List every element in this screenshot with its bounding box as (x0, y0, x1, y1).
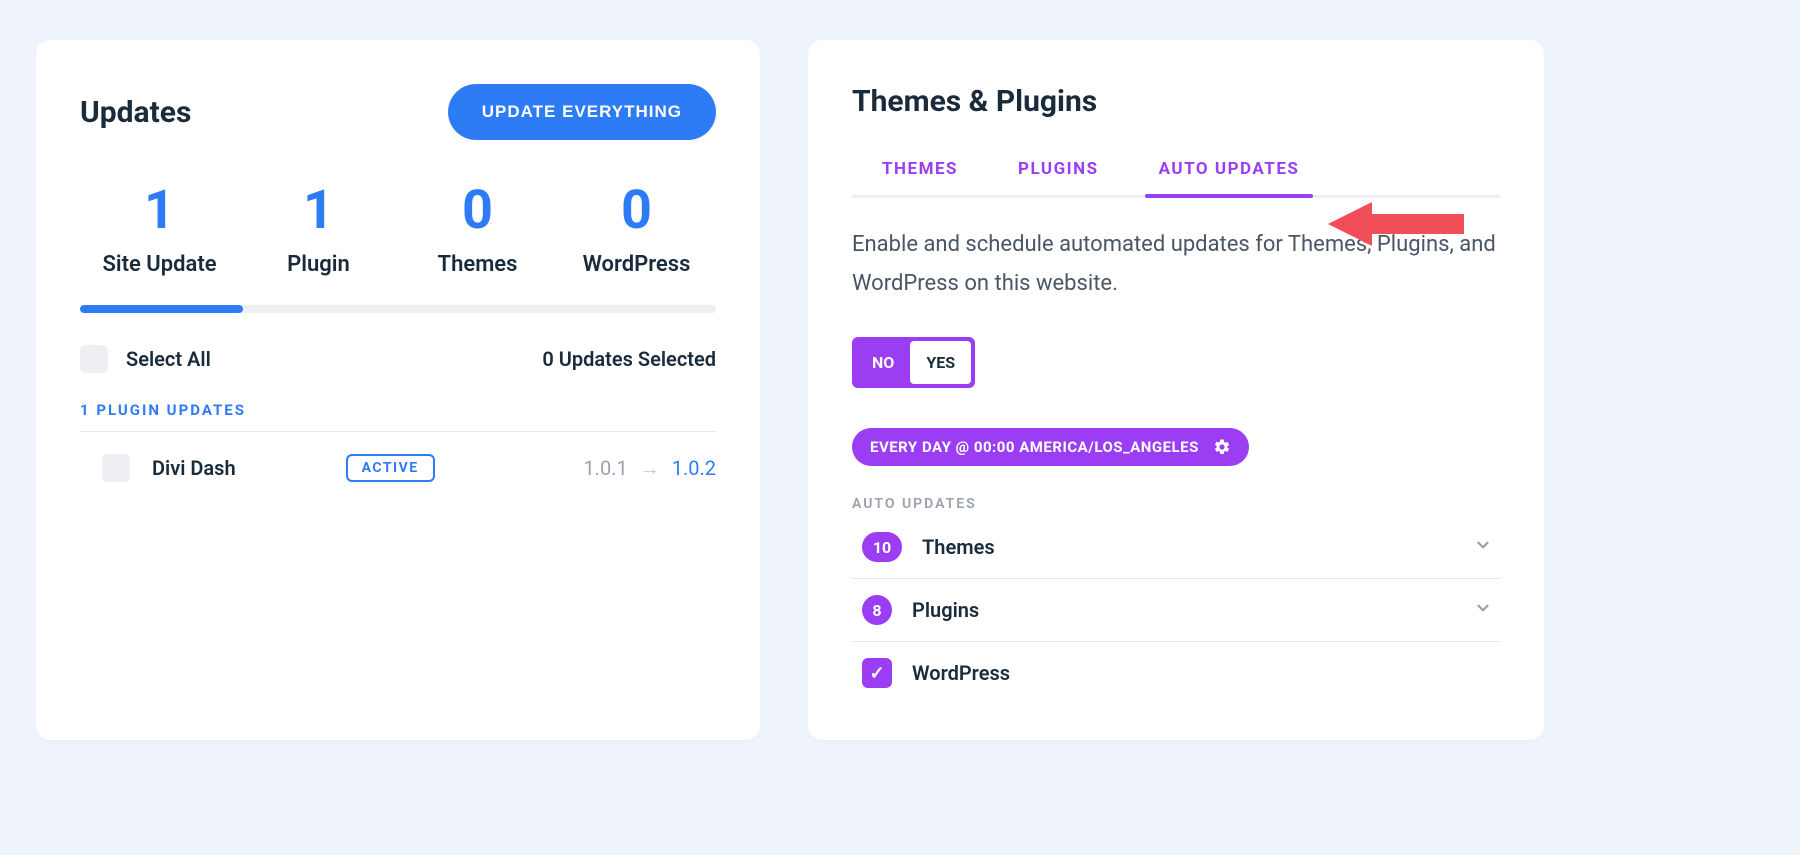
plugin-version-new: 1.0.2 (672, 456, 716, 480)
stat-wordpress-count: 0 (557, 184, 716, 238)
auto-updates-plugins-label: Plugins (912, 598, 979, 622)
auto-updates-row-plugins[interactable]: 8 Plugins (852, 579, 1500, 642)
plugin-status-badge: ACTIVE (346, 454, 435, 482)
auto-updates-description: Enable and schedule automated updates fo… (852, 226, 1500, 303)
themes-plugins-tabs: THEMES PLUGINS AUTO UPDATES (852, 159, 1500, 198)
plugin-name: Divi Dash (152, 456, 236, 480)
updates-tab-underline (80, 305, 716, 313)
themes-plugins-title: Themes & Plugins (852, 84, 1500, 119)
wordpress-checkbox[interactable] (862, 658, 892, 688)
select-all-row: Select All 0 Updates Selected (80, 345, 716, 373)
plugin-version-old: 1.0.1 (583, 456, 627, 480)
auto-updates-section-label: AUTO UPDATES (852, 496, 1500, 512)
stat-themes-label: Themes (398, 252, 557, 277)
auto-updates-row-themes[interactable]: 10 Themes (852, 516, 1500, 579)
plugin-versions: 1.0.1 → 1.0.2 (583, 456, 716, 481)
stat-plugin-label: Plugin (239, 252, 398, 277)
plugin-updates-heading: 1 PLUGIN UPDATES (80, 401, 716, 419)
updates-stats-row: 1 Site Update 1 Plugin 0 Themes 0 WordPr… (80, 184, 716, 277)
stat-wordpress-label: WordPress (557, 252, 716, 277)
stat-plugin-count: 1 (239, 184, 398, 238)
gear-icon (1213, 438, 1231, 456)
schedule-pill[interactable]: EVERY DAY @ 00:00 AMERICA/LOS_ANGELES (852, 428, 1249, 466)
auto-updates-row-wordpress[interactable]: WordPress (852, 642, 1500, 704)
updates-header: Updates UPDATE EVERYTHING (80, 84, 716, 140)
stat-site-update-count: 1 (80, 184, 239, 238)
chevron-down-icon[interactable] (1474, 599, 1492, 621)
arrow-right-icon: → (640, 456, 660, 481)
plugins-count-badge: 8 (862, 595, 892, 625)
tab-site-update[interactable]: 1 Site Update (80, 184, 239, 277)
updates-tab-underline-active (80, 305, 243, 313)
auto-updates-themes-label: Themes (922, 535, 995, 559)
plugin-update-row: Divi Dash ACTIVE 1.0.1 → 1.0.2 (80, 431, 716, 490)
auto-updates-wordpress-label: WordPress (912, 661, 1010, 685)
themes-count-badge: 10 (862, 532, 902, 562)
schedule-pill-label: EVERY DAY @ 00:00 AMERICA/LOS_ANGELES (870, 438, 1199, 456)
toggle-option-no[interactable]: NO (856, 341, 910, 384)
chevron-down-icon[interactable] (1474, 536, 1492, 558)
tab-plugins[interactable]: PLUGINS (1018, 159, 1099, 195)
tab-auto-updates[interactable]: AUTO UPDATES (1159, 159, 1300, 195)
stat-site-update-label: Site Update (80, 252, 239, 277)
auto-updates-toggle[interactable]: NO YES (852, 337, 975, 388)
toggle-option-yes[interactable]: YES (910, 341, 971, 384)
updates-panel: Updates UPDATE EVERYTHING 1 Site Update … (36, 40, 760, 740)
updates-title: Updates (80, 95, 191, 130)
stat-themes-count: 0 (398, 184, 557, 238)
updates-selected-count: 0 Updates Selected (542, 347, 716, 371)
tab-themes[interactable]: THEMES (882, 159, 958, 195)
update-everything-button[interactable]: UPDATE EVERYTHING (448, 84, 716, 140)
select-all-checkbox[interactable] (80, 345, 108, 373)
tab-themes[interactable]: 0 Themes (398, 184, 557, 277)
themes-plugins-panel: Themes & Plugins THEMES PLUGINS AUTO UPD… (808, 40, 1544, 740)
tab-plugin[interactable]: 1 Plugin (239, 184, 398, 277)
plugin-row-checkbox[interactable] (102, 454, 130, 482)
tab-wordpress[interactable]: 0 WordPress (557, 184, 716, 277)
select-all-label: Select All (126, 347, 211, 371)
